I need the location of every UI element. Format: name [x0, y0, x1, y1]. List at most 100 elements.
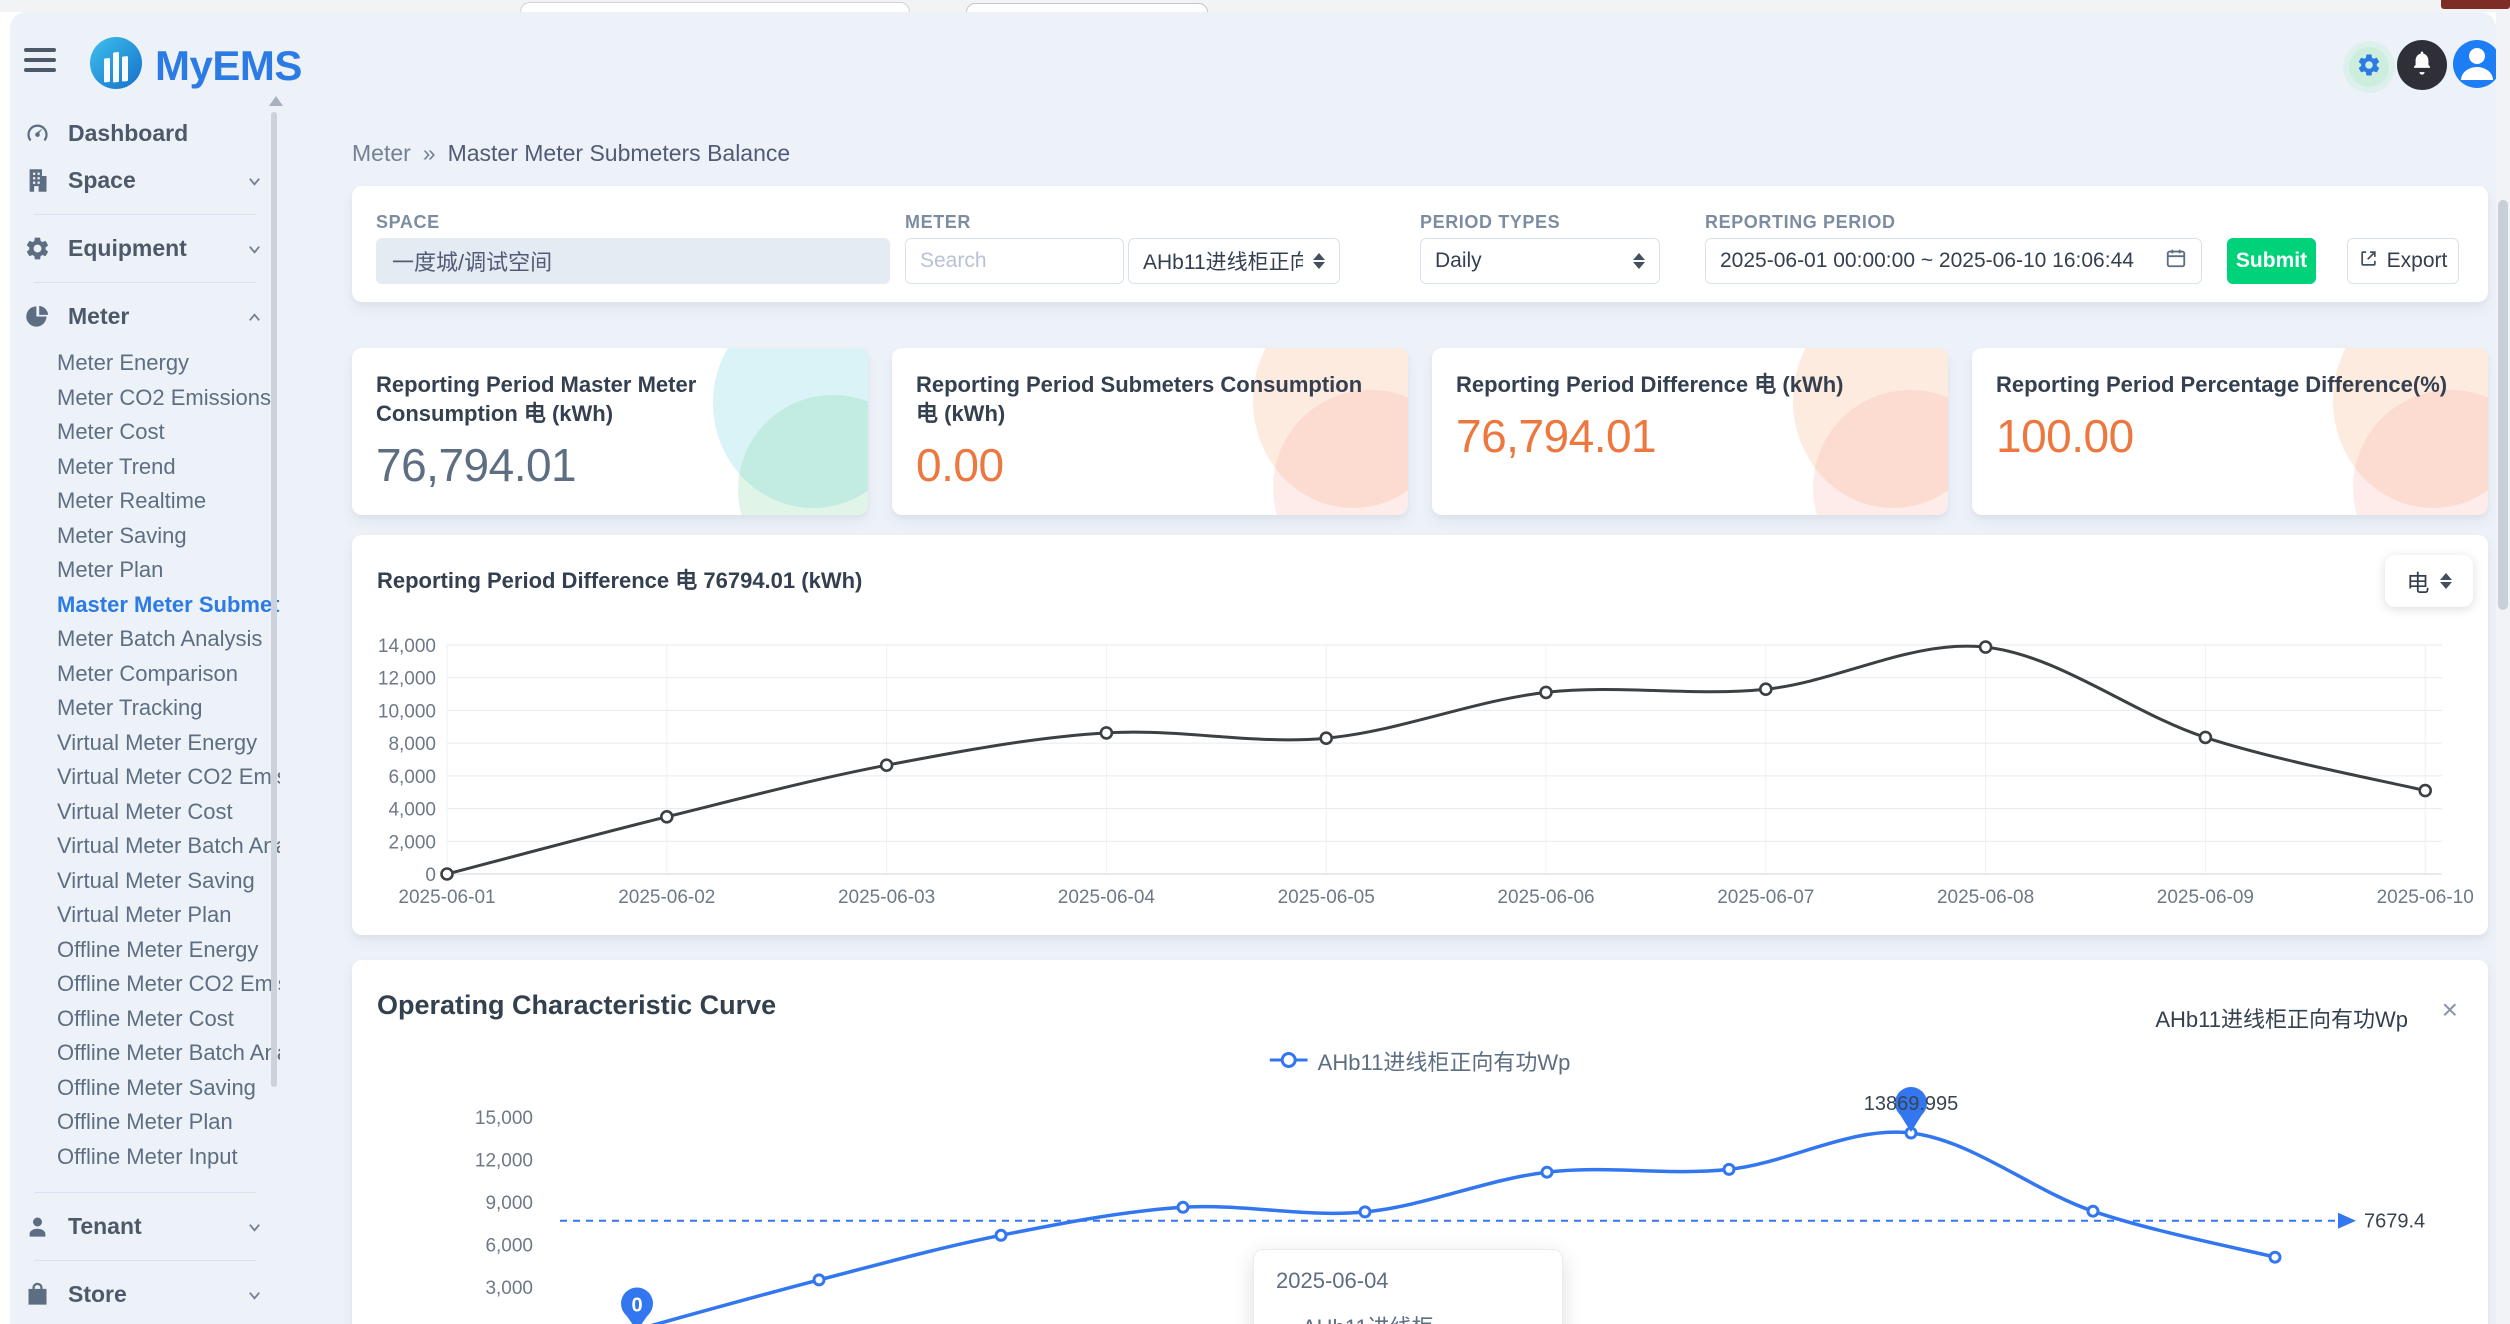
breadcrumb-parent[interactable]: Meter [352, 140, 411, 167]
reporting-period-input[interactable]: 2025-06-01 00:00:00 ~ 2025-06-10 16:06:4… [1705, 238, 2202, 284]
sidebar-item-store[interactable]: Store [10, 1271, 280, 1318]
period-type-select[interactable]: Daily [1420, 238, 1660, 284]
sidebar-item-offline-meter-cost[interactable]: Offline Meter Cost [10, 1002, 280, 1037]
svg-text:7679.4: 7679.4 [2364, 1211, 2425, 1233]
brand-logo[interactable]: MyEMS [90, 37, 302, 94]
brand-name: MyEMS [155, 42, 302, 90]
notifications-button[interactable] [2397, 40, 2447, 90]
close-icon[interactable]: × [2442, 996, 2458, 1024]
svg-text:6,000: 6,000 [388, 767, 436, 788]
sidebar-item-virtual-meter-energy[interactable]: Virtual Meter Energy [10, 726, 280, 761]
sidebar-nav: DashboardSpaceEquipmentMeterMeter Energy… [10, 110, 280, 1324]
sidebar-item-space[interactable]: Space [10, 157, 280, 204]
difference-line-chart[interactable]: 02,0004,0006,0008,00010,00012,00014,0002… [352, 535, 2488, 935]
svg-text:2025-06-03: 2025-06-03 [838, 887, 935, 908]
settings-button[interactable] [2349, 47, 2389, 87]
svg-text:2025-06-05: 2025-06-05 [1278, 887, 1375, 908]
sidebar-item-meter-batch-analysis[interactable]: Meter Batch Analysis [10, 622, 280, 657]
browser-strip [0, 0, 2510, 12]
svg-text:2025-06-01: 2025-06-01 [398, 887, 495, 908]
stat-card-reporting-period-submeters-consumption: Reporting Period Submeters Consumption 电… [892, 348, 1408, 515]
select-arrows-icon [1633, 253, 1645, 269]
sidebar-item-meter-co2-emissions[interactable]: Meter CO2 Emissions [10, 381, 280, 416]
sidebar-item-virtual-meter-plan[interactable]: Virtual Meter Plan [10, 898, 280, 933]
chart-tooltip: 2025-06-04 AHb11进线柜正向有功Wp 8,625 [1253, 1249, 1563, 1324]
svg-text:0: 0 [631, 1295, 642, 1317]
sidebar-item-master-meter-submeters-balance[interactable]: Master Meter Submeters Balance [10, 588, 280, 623]
sidebar-item-meter-cost[interactable]: Meter Cost [10, 415, 280, 450]
export-button[interactable]: Export [2347, 238, 2459, 284]
chevron-down-icon [247, 1220, 262, 1235]
meter-search-input[interactable] [905, 238, 1124, 284]
breadcrumb: Meter » Master Meter Submeters Balance [352, 140, 790, 167]
difference-chart-card: Reporting Period Difference 电 76794.01 (… [352, 535, 2488, 935]
svg-text:15,000: 15,000 [475, 1108, 533, 1129]
sidebar-item-meter-tracking[interactable]: Meter Tracking [10, 691, 280, 726]
meter-select[interactable]: AHb11进线柜正向有功Wp [1128, 238, 1340, 284]
page-scrollbar[interactable] [2496, 12, 2510, 1324]
meter-label: METER [905, 212, 971, 233]
hamburger-menu-icon[interactable] [24, 48, 56, 74]
sidebar-item-offline-meter-energy[interactable]: Offline Meter Energy [10, 933, 280, 968]
sidebar-item-tenant[interactable]: Tenant [10, 1203, 280, 1250]
sidebar-item-meter-plan[interactable]: Meter Plan [10, 553, 280, 588]
sidebar-item-meter-comparison[interactable]: Meter Comparison [10, 657, 280, 692]
gear-icon [2356, 52, 2382, 83]
user-icon [2453, 38, 2496, 91]
sidebar-item-meter-realtime[interactable]: Meter Realtime [10, 484, 280, 519]
sidebar-item-offline-meter-saving[interactable]: Offline Meter Saving [10, 1071, 280, 1106]
svg-text:2,000: 2,000 [388, 832, 436, 853]
sidebar-item-equipment[interactable]: Equipment [10, 225, 280, 272]
sidebar-scrollbar[interactable] [271, 112, 277, 1087]
select-arrows-icon [2440, 573, 2452, 589]
legend-item[interactable]: AHb11进线柜正向有功Wp [1270, 1045, 1571, 1077]
svg-text:4,000: 4,000 [388, 800, 436, 821]
svg-text:6,000: 6,000 [485, 1236, 533, 1257]
sidebar-scroll-up-icon[interactable] [269, 96, 283, 106]
myems-logo-icon [90, 37, 142, 94]
sidebar-item-label: Dashboard [68, 120, 280, 147]
space-label: SPACE [376, 212, 440, 233]
stat-card-reporting-period-percentage-difference: Reporting Period Percentage Difference(%… [1972, 348, 2488, 515]
sidebar-item-virtual-meter-saving[interactable]: Virtual Meter Saving [10, 864, 280, 899]
sidebar-item-meter[interactable]: Meter [10, 293, 280, 340]
sidebar-item-offline-meter-batch-analysis[interactable]: Offline Meter Batch Analysis [10, 1036, 280, 1071]
stat-card-value: 76,794.01 [376, 438, 844, 492]
sidebar-item-virtual-meter-batch-analysis[interactable]: Virtual Meter Batch Analysis [10, 829, 280, 864]
sidebar-item-meter-saving[interactable]: Meter Saving [10, 519, 280, 554]
page-scrollbar-thumb[interactable] [2498, 200, 2508, 610]
svg-text:2025-06-04: 2025-06-04 [1058, 887, 1156, 908]
series-name-label: AHb11进线柜正向有功Wp [2155, 1002, 2408, 1034]
stat-card-title: Reporting Period Difference 电 (kWh) [1456, 370, 1924, 399]
svg-text:2025-06-08: 2025-06-08 [1937, 887, 2034, 908]
svg-text:8,000: 8,000 [388, 734, 436, 755]
sidebar-item-virtual-meter-cost[interactable]: Virtual Meter Cost [10, 795, 280, 830]
sidebar-divider [34, 1192, 256, 1193]
sidebar-item-virtual-meter-co2-emissions[interactable]: Virtual Meter CO2 Emissions [10, 760, 280, 795]
sidebar-divider [34, 1260, 256, 1261]
unit-select-value: 电 [2407, 564, 2430, 598]
energy-unit-select[interactable]: 电 [2385, 555, 2473, 607]
stat-card-title: Reporting Period Submeters Consumption 电… [916, 370, 1384, 428]
sidebar-item-dashboard[interactable]: Dashboard [10, 110, 280, 157]
operating-curve-card: Operating Characteristic Curve AHb11进线柜正… [352, 960, 2488, 1324]
sidebar-submenu: Meter EnergyMeter CO2 EmissionsMeter Cos… [10, 340, 280, 1182]
sidebar-item-offline-meter-plan[interactable]: Offline Meter Plan [10, 1105, 280, 1140]
svg-text:2025-06-06: 2025-06-06 [1497, 887, 1594, 908]
submit-button[interactable]: Submit [2227, 238, 2316, 284]
sidebar-item-offline-meter-co2-emissions[interactable]: Offline Meter CO2 Emissions [10, 967, 280, 1002]
reporting-period-label: REPORTING PERIOD [1705, 212, 1896, 233]
chevron-down-icon [247, 242, 262, 257]
gauge-icon [24, 120, 51, 147]
sidebar-item-meter-energy[interactable]: Meter Energy [10, 346, 280, 381]
breadcrumb-separator: » [423, 140, 436, 167]
space-input[interactable]: 一度城/调试空间 [376, 238, 890, 284]
chevron-down-icon [247, 174, 262, 189]
user-menu-button[interactable] [2453, 40, 2496, 88]
svg-text:14,000: 14,000 [378, 636, 436, 657]
sidebar-item-meter-trend[interactable]: Meter Trend [10, 450, 280, 485]
stat-card-value: 0.00 [916, 438, 1384, 492]
sidebar-item-offline-meter-input[interactable]: Offline Meter Input [10, 1140, 280, 1175]
screen: MyEMS DashboardSpaceEquipmentMeterMeter … [0, 0, 2510, 1324]
pie-icon [24, 303, 51, 330]
